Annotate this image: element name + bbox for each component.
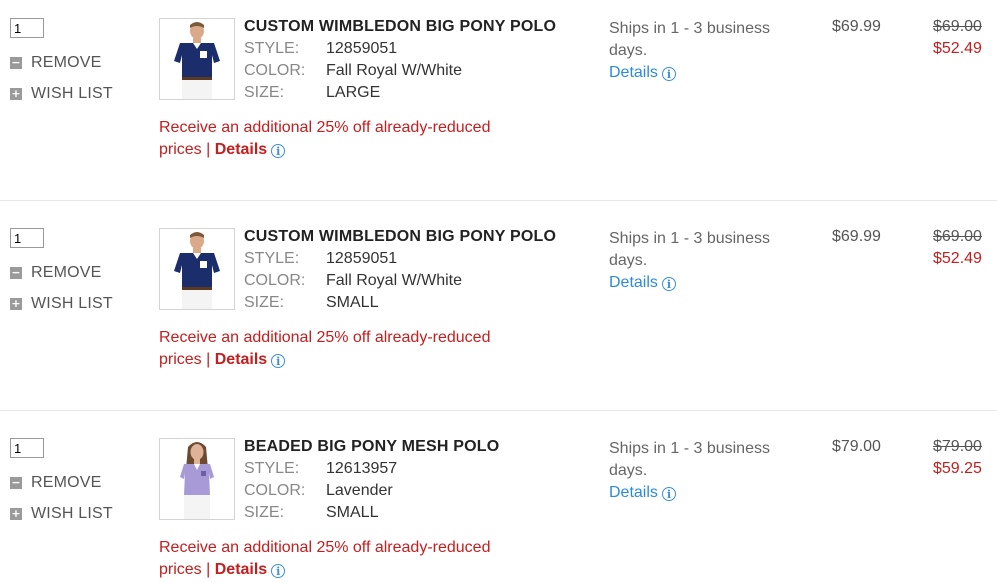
unit-price: $69.99 [832,228,881,245]
plus-icon: + [10,507,22,520]
shipping-info: Ships in 1 - 3 business days. Details i [609,18,799,84]
shipping-details-link[interactable]: Details [609,484,658,501]
promo-separator: | [201,141,215,158]
size-value: SMALL [326,504,379,521]
style-label: STYLE: [244,40,300,57]
size-value: SMALL [326,294,379,311]
lavender-polo-woman-icon [160,439,234,519]
remove-button[interactable]: − REMOVE [10,264,102,282]
wishlist-label: WISH LIST [31,85,113,102]
royal-polo-man-icon [160,229,234,309]
remove-button[interactable]: − REMOVE [10,474,102,492]
cart-item: − REMOVE + WISH LIST CUSTOM WIMBLEDON BI… [0,210,997,420]
info-icon[interactable]: i [661,67,676,81]
product-name[interactable]: CUSTOM WIMBLEDON BIG PONY POLO [244,18,556,36]
row-divider [0,410,997,411]
info-icon[interactable]: i [661,487,676,501]
shipping-details-link[interactable]: Details [609,64,658,81]
shipping-text: Ships in 1 - 3 business days. [609,440,770,479]
shipping-info: Ships in 1 - 3 business days. Details i [609,438,799,504]
sale-price: $52.49 [933,250,982,267]
promo-details-link[interactable]: Details [215,351,267,368]
size-label: SIZE: [244,504,285,521]
style-value: 12859051 [326,40,398,57]
remove-label: REMOVE [31,264,102,281]
remove-label: REMOVE [31,54,102,71]
unit-price: $69.99 [832,18,881,35]
promo-details-link[interactable]: Details [215,561,267,578]
promo-message: Receive an additional 25% off already-re… [159,327,529,371]
style-label: STYLE: [244,250,300,267]
size-label: SIZE: [244,294,285,311]
info-icon[interactable]: i [271,354,286,368]
original-price: $69.00 [933,228,982,245]
cart-item: − REMOVE + WISH LIST CUSTOM WIMBLEDON BI… [0,0,997,210]
row-divider [0,200,997,201]
info-icon[interactable]: i [661,277,676,291]
plus-icon: + [10,87,22,100]
color-label: COLOR: [244,482,306,499]
cart-item: − REMOVE + WISH LIST BEADED BIG PONY MES… [0,420,997,583]
color-value: Lavender [326,482,393,499]
minus-icon: − [10,266,22,279]
shipping-text: Ships in 1 - 3 business days. [609,230,770,269]
color-label: COLOR: [244,62,306,79]
color-label: COLOR: [244,272,306,289]
minus-icon: − [10,56,22,69]
sale-price: $59.25 [933,460,982,477]
product-name[interactable]: BEADED BIG PONY MESH POLO [244,438,499,456]
shipping-text: Ships in 1 - 3 business days. [609,20,770,59]
product-image[interactable] [159,18,235,100]
sale-price: $52.49 [933,40,982,57]
wishlist-button[interactable]: + WISH LIST [10,295,113,313]
promo-separator: | [201,351,215,368]
shipping-details-link[interactable]: Details [609,274,658,291]
remove-button[interactable]: − REMOVE [10,54,102,72]
size-value: LARGE [326,84,381,101]
original-price: $79.00 [933,438,982,455]
wishlist-label: WISH LIST [31,505,113,522]
promo-message: Receive an additional 25% off already-re… [159,537,529,581]
royal-polo-man-icon [160,19,234,99]
unit-price: $79.00 [832,438,881,455]
plus-icon: + [10,297,22,310]
info-icon[interactable]: i [271,564,286,578]
info-icon[interactable]: i [271,144,286,158]
remove-label: REMOVE [31,474,102,491]
promo-details-link[interactable]: Details [215,141,267,158]
quantity-input[interactable] [10,228,44,248]
size-label: SIZE: [244,84,285,101]
wishlist-button[interactable]: + WISH LIST [10,505,113,523]
shipping-info: Ships in 1 - 3 business days. Details i [609,228,799,294]
original-price: $69.00 [933,18,982,35]
product-image[interactable] [159,438,235,520]
style-label: STYLE: [244,460,300,477]
promo-message: Receive an additional 25% off already-re… [159,117,529,161]
color-value: Fall Royal W/White [326,272,463,289]
product-image[interactable] [159,228,235,310]
minus-icon: − [10,476,22,489]
color-value: Fall Royal W/White [326,62,463,79]
promo-separator: | [201,561,215,578]
quantity-input[interactable] [10,438,44,458]
product-name[interactable]: CUSTOM WIMBLEDON BIG PONY POLO [244,228,556,246]
wishlist-label: WISH LIST [31,295,113,312]
wishlist-button[interactable]: + WISH LIST [10,85,113,103]
style-value: 12613957 [326,460,398,477]
style-value: 12859051 [326,250,398,267]
quantity-input[interactable] [10,18,44,38]
